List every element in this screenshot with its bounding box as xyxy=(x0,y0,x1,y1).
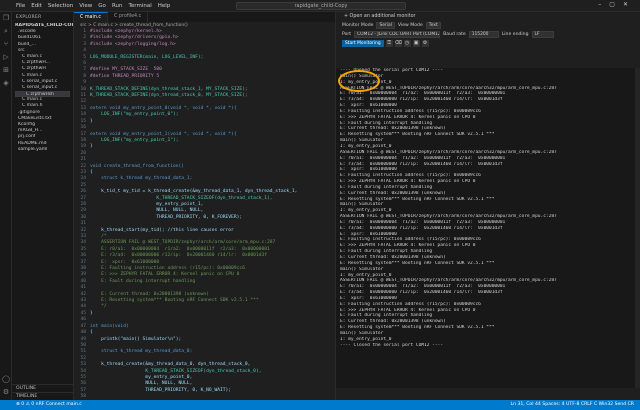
outline-section[interactable]: OUTLINE xyxy=(12,384,73,391)
menu-item[interactable]: Selection xyxy=(48,3,73,9)
serial-output-line: ---- Closed the serial port COM12 ---- xyxy=(340,342,443,348)
code-text: struct k_thread my_thread_data_1; xyxy=(90,176,193,182)
line-ending-label: Line ending xyxy=(501,32,529,37)
code-text: THREAD_PRIORITY, 0, K_FOREVER); xyxy=(90,214,243,220)
extensions-icon[interactable]: ⊞ xyxy=(0,64,12,77)
baud-label: Baud rate xyxy=(443,32,466,37)
menu-bar: File Edit Selection View Go Run Terminal Help xyxy=(0,3,176,9)
title-bar: File Edit Selection View Go Run Terminal Help r… xyxy=(0,0,640,12)
code-text: } xyxy=(90,118,93,124)
code-text: } xyxy=(90,310,93,316)
code-text: int main(void) xyxy=(90,323,129,329)
menu-item[interactable]: Terminal xyxy=(128,3,151,9)
timeline-section[interactable]: TIMELINE xyxy=(12,392,73,399)
explorer-sidebar: EXPLORER RAPIDGATE_CHILD-COPY .vscode bui… xyxy=(12,12,74,400)
menu-item[interactable]: View xyxy=(79,3,92,9)
serial-monitor-panel: + Open an additional monitor Monitor Mod… xyxy=(336,12,640,400)
clear-icon[interactable]: ⌫ xyxy=(394,40,402,47)
monitor-mode-select[interactable]: Serial xyxy=(376,22,395,29)
editor-tabs: C main.c C profile4.c xyxy=(74,12,335,22)
nrf-connect-icon[interactable]: ◈ xyxy=(0,77,12,90)
menu-item[interactable]: Go xyxy=(98,3,106,9)
view-mode-label: View Mode xyxy=(397,23,423,28)
lock-icon[interactable]: ⚿ xyxy=(385,40,393,47)
monitor-mode-label: Monitor Mode xyxy=(342,23,374,28)
source-control-icon[interactable]: ⑂ xyxy=(0,38,12,51)
code-text: struct k_thread my_thread_data_0; xyxy=(90,349,193,355)
editor-tab[interactable]: C profile4.c xyxy=(108,12,149,22)
editor-area: C main.c C profile4.c src > C main.c > cr… xyxy=(74,12,336,400)
start-monitoring-button[interactable]: Start Monitoring xyxy=(342,40,384,47)
code-text: #define THREAD_PRIORITY 5 xyxy=(90,73,160,79)
run-debug-icon[interactable]: ▷ xyxy=(0,51,12,64)
editor-tab[interactable]: C main.c xyxy=(74,12,109,22)
baud-select[interactable]: 115200 xyxy=(468,31,499,38)
menu-item[interactable]: Run xyxy=(112,3,123,9)
code-text: LOG_MODULE_REGISTER(main, LOG_LEVEL_INF)… xyxy=(90,54,204,60)
code-text: THREAD_PRIORITY, 0, K_NO_WAIT); xyxy=(90,387,232,393)
open-monitor-link[interactable]: + Open an additional monitor xyxy=(336,12,640,21)
code-text: printk("main() Simulator\n"); xyxy=(90,336,182,342)
code-text: void create_thread_from_function() xyxy=(90,163,185,169)
code-text: k_thread_start(my_tid); //this line caus… xyxy=(90,227,234,233)
search-icon[interactable]: ⌕ xyxy=(0,25,12,38)
status-right[interactable]: Ln 31, Col 44 Spaces: 4 UTF-8 CRLF C Win… xyxy=(511,400,634,410)
code-text: K_THREAD_STACK_DEFINE(dyn_thread_stack_0… xyxy=(90,93,248,99)
status-left[interactable]: ⊗ 0 ⚠ 0 nRF Connect main.c xyxy=(16,402,82,407)
code-text: E: Resetting system*** Booting nRF Conne… xyxy=(90,298,259,304)
line-ending-select[interactable]: LF xyxy=(531,31,554,38)
serial-output[interactable]: ---- Opened the serial port COM12 ---- ma… xyxy=(336,68,640,388)
port-select[interactable]: COM12 - JLink CDC UART Port (COM12) xyxy=(354,31,441,38)
explorer-title: EXPLORER xyxy=(16,15,42,20)
menu-item[interactable]: File xyxy=(16,3,25,9)
view-mode-select[interactable]: Text xyxy=(425,22,441,29)
explorer-icon[interactable]: ❐ xyxy=(0,12,12,25)
code-text: LOG_INF("my_entry_point_1"); xyxy=(90,137,179,143)
code-text: LOG_INF("my_entry_point_0"); xyxy=(90,112,179,118)
status-bar: ⊗ 0 ⚠ 0 nRF Connect main.c Ln 31, Col 44… xyxy=(0,400,640,410)
timestamp-icon[interactable]: ◷ xyxy=(403,40,411,47)
highlight-ellipse-annotation xyxy=(338,70,380,92)
code-view[interactable]: 1 #include <zephyr/kernel.h> 2 #include <ze… xyxy=(74,29,335,400)
code-text: #include <zephyr/logging/log.h> xyxy=(90,41,176,47)
menu-item[interactable]: Help xyxy=(158,3,171,9)
terminal-scrollbar[interactable] xyxy=(635,68,640,388)
command-center-search[interactable]: rapidgate_child-Copy xyxy=(236,2,406,10)
port-label: Port xyxy=(342,32,352,37)
account-icon[interactable]: ◯ xyxy=(0,373,12,386)
settings-icon[interactable]: ⚙ xyxy=(421,40,429,47)
code-text: E: Fault during interrupt handling xyxy=(90,278,196,284)
window-controls[interactable]: –▢✕ xyxy=(598,1,636,8)
activity-bar: ❐ ⌕ ⑂ ▷ ⊞ ◈ ◯ ⚙ xyxy=(0,12,12,400)
menu-item[interactable]: Edit xyxy=(31,3,42,9)
breadcrumb[interactable]: src > C main.c > create_thread_from_func… xyxy=(74,22,335,29)
code-text: } xyxy=(90,144,93,150)
file-tree-item[interactable]: sample.yaml xyxy=(12,147,73,153)
save-icon[interactable]: ▣ xyxy=(412,40,420,47)
gear-icon[interactable]: ⚙ xyxy=(0,386,12,399)
